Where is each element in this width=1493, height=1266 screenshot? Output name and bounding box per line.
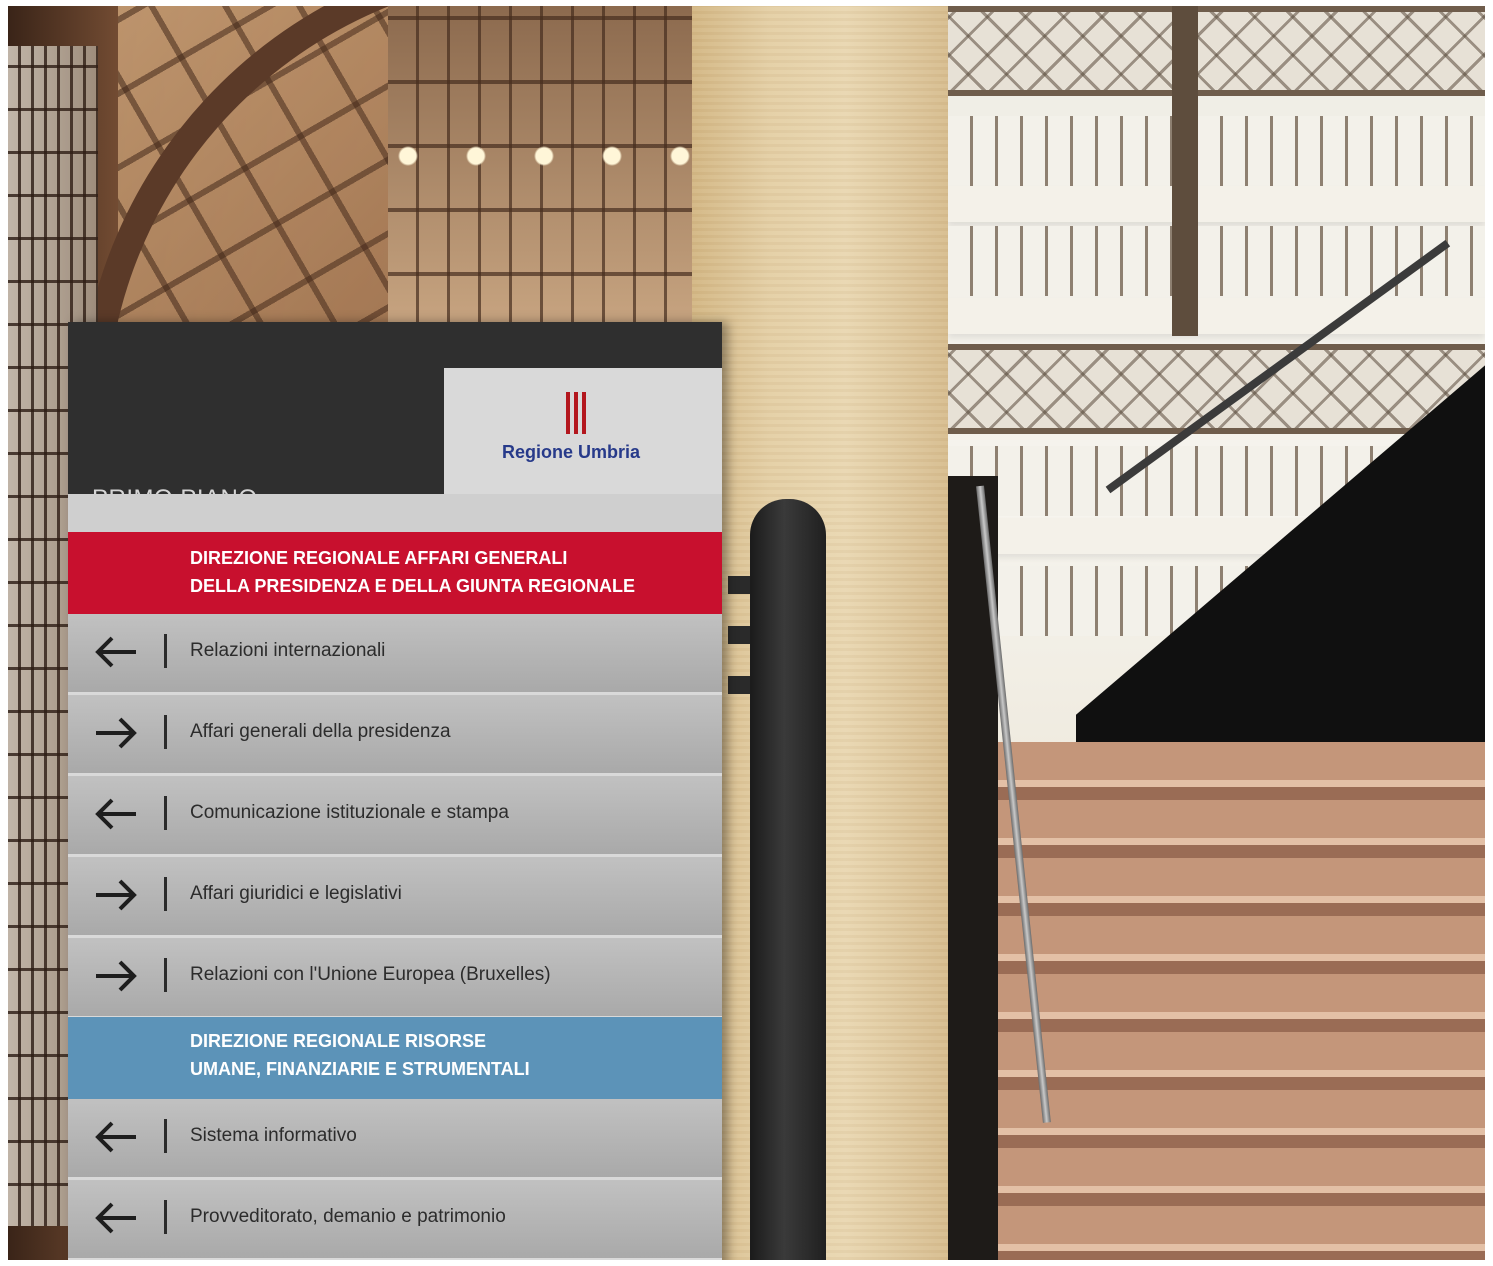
destination-label: Comunicazione istituzionale e stampa bbox=[190, 802, 509, 823]
list-item: Relazioni internazionali bbox=[68, 614, 722, 695]
left-arrow-icon bbox=[95, 1202, 136, 1234]
logo-text: Regione Umbria bbox=[502, 442, 641, 462]
directory-sign: PRIMO PIANO Regione Umbria DIREZIONE REG… bbox=[68, 322, 722, 1260]
left-arrow-icon bbox=[95, 636, 136, 668]
destination-label: Relazioni con l'Unione Europea (Bruxelle… bbox=[190, 964, 551, 985]
regione-umbria-logo-icon bbox=[564, 392, 592, 434]
sign-post bbox=[750, 499, 826, 1260]
section-header-affari-generali: DIREZIONE REGIONALE AFFARI GENERALI DELL… bbox=[68, 532, 722, 614]
skylight-grid bbox=[948, 116, 1485, 186]
staircase bbox=[978, 742, 1485, 1260]
left-arrow-icon bbox=[95, 1121, 136, 1153]
roof-truss bbox=[948, 344, 1485, 434]
list-item: Comunicazione istituzionale e stampa bbox=[68, 776, 722, 857]
list-item: Provveditorato, demanio e patrimonio bbox=[68, 1180, 722, 1260]
roof-truss bbox=[948, 6, 1485, 96]
destination-label: Affari giuridici e legislativi bbox=[190, 883, 402, 904]
list-item: Affari giuridici e legislativi bbox=[68, 857, 722, 938]
left-arrow-icon bbox=[95, 798, 136, 830]
section-title-line: DELLA PRESIDENZA E DELLA GIUNTA REGIONAL… bbox=[190, 576, 636, 596]
right-arrow-icon bbox=[96, 960, 137, 992]
list-item: Affari generali della presidenza bbox=[68, 695, 722, 776]
skylight-grid bbox=[948, 226, 1485, 296]
section-title-line: DIREZIONE REGIONALE AFFARI GENERALI bbox=[190, 548, 568, 568]
back-window bbox=[388, 6, 698, 336]
section-header-risorse: DIREZIONE REGIONALE RISORSE UMANE, FINAN… bbox=[68, 1017, 722, 1099]
logo-box: Regione Umbria bbox=[444, 368, 722, 494]
destination-label: Provveditorato, demanio e patrimonio bbox=[190, 1206, 506, 1227]
ceiling-lamps bbox=[398, 146, 698, 166]
photo: PRIMO PIANO Regione Umbria DIREZIONE REG… bbox=[8, 6, 1485, 1260]
destination-label: Sistema informativo bbox=[190, 1125, 357, 1146]
ceiling-beam bbox=[948, 298, 1485, 334]
list-item: Sistema informativo bbox=[68, 1099, 722, 1180]
steel-column bbox=[1172, 6, 1198, 336]
floor-band: PRIMO PIANO bbox=[68, 368, 444, 512]
right-arrow-icon bbox=[96, 879, 137, 911]
section-title-line: UMANE, FINANZIARIE E STRUMENTALI bbox=[190, 1059, 530, 1079]
section-title-line: DIREZIONE REGIONALE RISORSE bbox=[190, 1031, 487, 1051]
ceiling-beam bbox=[948, 186, 1485, 222]
list-item: Relazioni con l'Unione Europea (Bruxelle… bbox=[68, 938, 722, 1019]
right-arrow-icon bbox=[96, 717, 137, 749]
destination-label: Affari generali della presidenza bbox=[190, 721, 451, 742]
destination-label: Relazioni internazionali bbox=[190, 640, 386, 661]
